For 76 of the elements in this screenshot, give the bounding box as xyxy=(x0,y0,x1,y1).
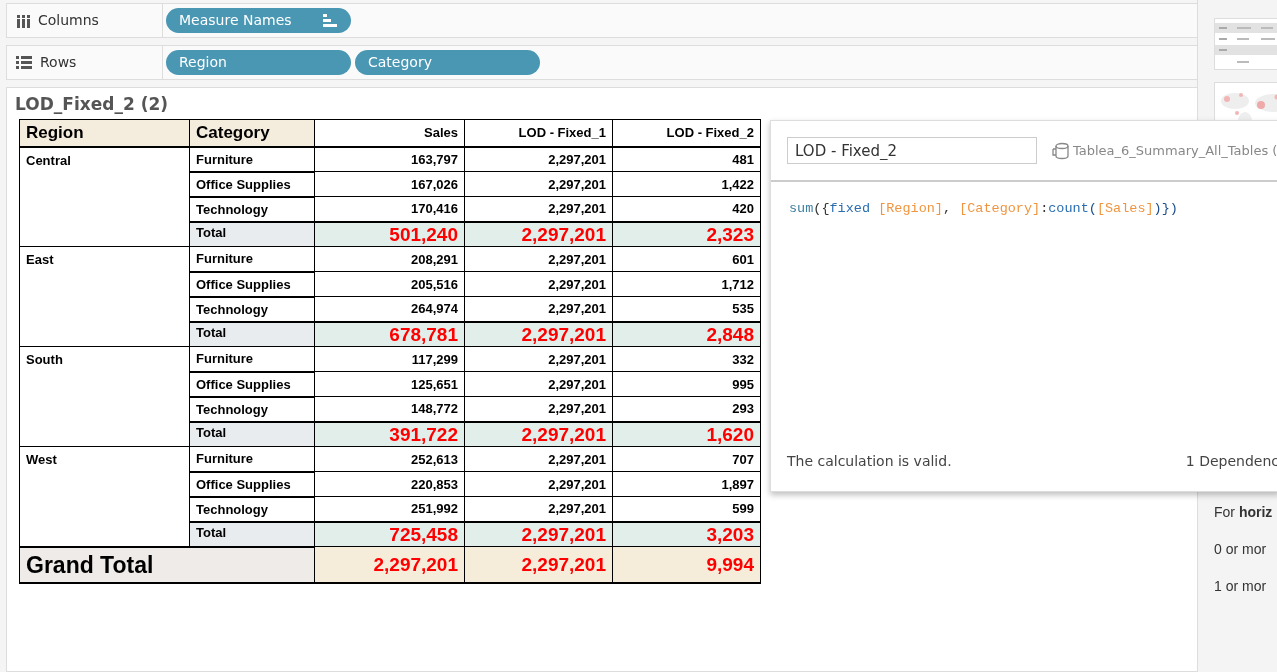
row-header: Office Supplies xyxy=(189,271,315,297)
row-header: Technology xyxy=(189,396,315,422)
table-cell: 2,297,201 xyxy=(464,446,613,472)
total-cell: 501,240 xyxy=(314,221,465,247)
total-cell: 725,458 xyxy=(314,521,465,547)
table-cell: 481 xyxy=(612,146,761,172)
table-cell: 1,712 xyxy=(612,271,761,297)
table-cell: 167,026 xyxy=(314,171,465,197)
row-header: Furniture xyxy=(189,446,315,472)
table-cell: 220,853 xyxy=(314,471,465,497)
grand-total-cell: 2,297,201 xyxy=(314,546,465,584)
table-cell: 2,297,201 xyxy=(464,371,613,397)
row-header: Technology xyxy=(189,496,315,522)
row-header: Technology xyxy=(189,296,315,322)
table-cell: 332 xyxy=(612,346,761,372)
table-cell: 995 xyxy=(612,371,761,397)
total-label: Total xyxy=(189,521,315,547)
grand-total-cell: 9,994 xyxy=(612,546,761,584)
status-text: The calculation is valid. xyxy=(787,452,952,471)
table-cell: 707 xyxy=(612,446,761,472)
table-cell: 2,297,201 xyxy=(464,271,613,297)
row-header: South xyxy=(19,346,190,447)
grand-total-cell: 2,297,201 xyxy=(464,546,613,584)
name-field[interactable]: LOD - Fixed_2 xyxy=(787,137,1037,164)
total-cell: 3,203 xyxy=(612,521,761,547)
table-cell: 2,297,201 xyxy=(464,171,613,197)
help-text: 1 or mor xyxy=(1214,577,1268,596)
total-label: Total xyxy=(189,221,315,247)
total-cell: 391,722 xyxy=(314,421,465,447)
row-header: East xyxy=(19,246,190,347)
table-cell: 208,291 xyxy=(314,246,465,272)
total-cell: 2,297,201 xyxy=(464,421,613,447)
column-header: Category xyxy=(189,119,315,147)
row-header: Office Supplies xyxy=(189,171,315,197)
grand-total-label: Grand Total xyxy=(19,546,315,584)
total-label: Total xyxy=(189,421,315,447)
shelf-label: Columns xyxy=(38,11,99,30)
row-header: Office Supplies xyxy=(189,471,315,497)
column-header: Sales xyxy=(314,119,465,147)
row-header: Furniture xyxy=(189,346,315,372)
list-icon xyxy=(16,56,32,69)
table-cell: 2,297,201 xyxy=(464,471,613,497)
row-header: Technology xyxy=(189,196,315,222)
row-header: Furniture xyxy=(189,246,315,272)
columns-icon xyxy=(16,13,30,28)
total-cell: 1,620 xyxy=(612,421,761,447)
column-header: LOD - Fixed_1 xyxy=(464,119,613,147)
table-cell: 117,299 xyxy=(314,346,465,372)
shelf-label: Rows xyxy=(40,53,77,72)
total-cell: 678,781 xyxy=(314,321,465,347)
help-text: 0 or mor xyxy=(1214,540,1268,559)
sheet-title: LOD_Fixed_2 (2) xyxy=(15,94,169,115)
help-text: For horiz xyxy=(1214,503,1274,522)
total-cell: 2,297,201 xyxy=(464,321,613,347)
total-cell: 2,297,201 xyxy=(464,221,613,247)
table-cell: 1,422 xyxy=(612,171,761,197)
table-cell: 163,797 xyxy=(314,146,465,172)
total-cell: 2,323 xyxy=(612,221,761,247)
table-cell: 601 xyxy=(612,246,761,272)
table-cell: 2,297,201 xyxy=(464,346,613,372)
formula-text[interactable]: sum({fixed [Region], [Category]:count([Sales])}) xyxy=(771,182,1277,451)
column-header: LOD - Fixed_2 xyxy=(612,119,761,147)
row-header: Office Supplies xyxy=(189,371,315,397)
row-header: Furniture xyxy=(189,146,315,172)
total-cell: 2,297,201 xyxy=(464,521,613,547)
total-label: Total xyxy=(189,321,315,347)
row-header: Central xyxy=(19,146,190,247)
column-header: Region xyxy=(19,119,190,147)
table-cell: 205,516 xyxy=(314,271,465,297)
total-cell: 2,848 xyxy=(612,321,761,347)
table-cell: 2,297,201 xyxy=(464,246,613,272)
table-cell: 1,897 xyxy=(612,471,761,497)
datasource-label: Tablea_6_Summary_All_Tables ( xyxy=(1073,141,1277,160)
table-cell: 252,613 xyxy=(314,446,465,472)
table-cell: 125,651 xyxy=(314,371,465,397)
table-cell: 2,297,201 xyxy=(464,146,613,172)
